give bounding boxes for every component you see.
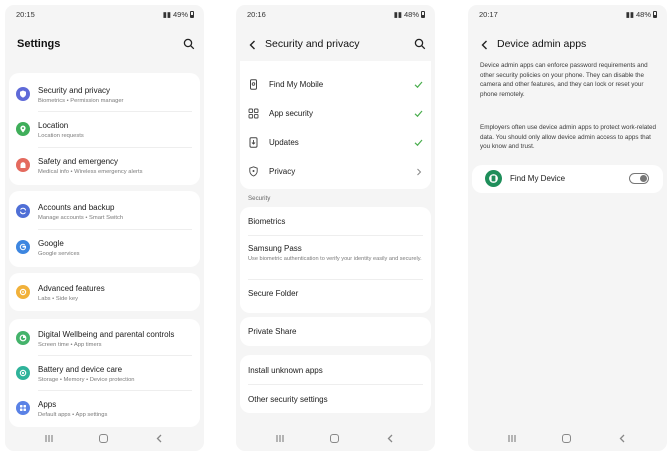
check-icon (414, 110, 423, 118)
settings-item-google[interactable]: Google Google services (9, 230, 200, 265)
device-admin-apps-screen: 20:17 ▮▮ 48% Device admin apps Device ad… (468, 5, 667, 451)
app-security-icon (248, 108, 259, 119)
page-title: Security and privacy (265, 38, 360, 50)
star-gear-icon (16, 285, 30, 299)
signal-icon: ▮▮ (393, 10, 402, 19)
apps-grid-icon (16, 401, 30, 415)
security-top-group: Find My Mobile App security Updates Priv… (240, 61, 431, 189)
search-icon[interactable] (183, 38, 195, 50)
updates-icon (249, 137, 258, 148)
recent-apps-icon[interactable] (44, 434, 54, 443)
check-icon (414, 139, 423, 147)
settings-group-1: Security and privacy Biometrics • Permis… (9, 73, 200, 185)
settings-screen: 20:15 ▮▮ 49% Settings Security and priva… (5, 5, 204, 451)
admin-toggle[interactable] (629, 173, 649, 184)
description-1: Device admin apps can enforce password r… (480, 62, 648, 98)
signal-icon: ▮▮ (162, 10, 171, 19)
shield-icon (16, 87, 30, 101)
item-secure-folder[interactable]: Secure Folder (240, 280, 431, 310)
header: Security and privacy (236, 35, 435, 55)
item-other-security-settings[interactable]: Other security settings (240, 385, 431, 413)
security-group: Biometrics Samsung Pass Use biometric au… (240, 207, 431, 313)
battery-text: 49% (172, 10, 188, 19)
google-icon (16, 240, 30, 254)
chevron-right-icon (417, 168, 422, 176)
admin-app-row[interactable]: Find My Device (472, 165, 663, 193)
battery-icon (190, 11, 194, 18)
status-time: 20:16 (247, 10, 266, 19)
other-security-group: Install unknown apps Other security sett… (240, 355, 431, 413)
battery-text: 48% (635, 10, 651, 19)
page-title: Device admin apps (497, 38, 587, 50)
find-mobile-icon (250, 79, 257, 90)
check-icon (414, 81, 423, 89)
page-title: Settings (17, 38, 61, 50)
recent-apps-icon[interactable] (507, 434, 517, 443)
item-find-my-mobile[interactable]: Find My Mobile (240, 71, 431, 99)
location-pin-icon (16, 122, 30, 136)
status-time: 20:15 (16, 10, 35, 19)
settings-item-security-privacy[interactable]: Security and privacy Biometrics • Permis… (9, 77, 200, 111)
home-icon[interactable] (99, 434, 108, 443)
home-icon[interactable] (330, 434, 339, 443)
security-privacy-screen: 20:16 ▮▮ 48% Security and privacy Find M… (236, 5, 435, 451)
wellbeing-icon (16, 331, 30, 345)
settings-group-4: Digital Wellbeing and parental controls … (9, 319, 200, 427)
item-private-share[interactable]: Private Share (240, 317, 431, 346)
signal-icon: ▮▮ (625, 10, 634, 19)
search-icon[interactable] (414, 38, 426, 50)
navigation-bar (5, 427, 204, 451)
description-2: Employers often use device admin apps to… (480, 124, 657, 151)
settings-item-digital-wellbeing[interactable]: Digital Wellbeing and parental controls … (9, 321, 200, 355)
item-install-unknown-apps[interactable]: Install unknown apps (240, 355, 431, 384)
app-label: Find My Device (510, 174, 566, 183)
item-privacy[interactable]: Privacy (240, 158, 431, 186)
settings-item-accounts-backup[interactable]: Accounts and backup Manage accounts • Sm… (9, 194, 200, 228)
header: Device admin apps (468, 35, 667, 55)
status-bar: 20:15 ▮▮ 49% (5, 9, 204, 21)
header: Settings (5, 35, 204, 55)
settings-group-3: Advanced features Labs • Side key (9, 273, 200, 311)
find-my-device-icon (485, 170, 502, 187)
battery-text: 48% (403, 10, 419, 19)
privacy-icon (249, 166, 258, 177)
status-time: 20:17 (479, 10, 498, 19)
back-arrow-icon[interactable] (479, 39, 491, 51)
status-bar: 20:16 ▮▮ 48% (236, 9, 435, 21)
item-app-security[interactable]: App security (240, 100, 431, 128)
sync-icon (16, 204, 30, 218)
navigation-bar (468, 427, 667, 451)
settings-item-safety-emergency[interactable]: Safety and emergency Medical info • Wire… (9, 148, 200, 183)
settings-item-battery-device-care[interactable]: Battery and device care Storage • Memory… (9, 356, 200, 390)
settings-item-location[interactable]: Location Location requests (9, 112, 200, 147)
siren-icon (16, 158, 30, 172)
item-samsung-pass[interactable]: Samsung Pass Use biometric authenticatio… (240, 236, 431, 279)
navigation-bar (236, 427, 435, 451)
back-nav-icon[interactable] (618, 434, 627, 443)
item-updates[interactable]: Updates (240, 129, 431, 157)
recent-apps-icon[interactable] (275, 434, 285, 443)
section-label-security: Security (248, 195, 271, 202)
settings-group-2: Accounts and backup Manage accounts • Sm… (9, 191, 200, 267)
settings-item-apps[interactable]: Apps Default apps • App settings (9, 391, 200, 425)
item-biometrics[interactable]: Biometrics (240, 209, 431, 233)
status-bar: 20:17 ▮▮ 48% (468, 9, 667, 21)
device-care-icon (16, 366, 30, 380)
battery-icon (421, 11, 425, 18)
back-nav-icon[interactable] (386, 434, 395, 443)
home-icon[interactable] (562, 434, 571, 443)
private-share-group: Private Share (240, 317, 431, 346)
back-nav-icon[interactable] (155, 434, 164, 443)
settings-item-advanced-features[interactable]: Advanced features Labs • Side key (9, 275, 200, 309)
battery-icon (653, 11, 657, 18)
back-arrow-icon[interactable] (247, 39, 259, 51)
